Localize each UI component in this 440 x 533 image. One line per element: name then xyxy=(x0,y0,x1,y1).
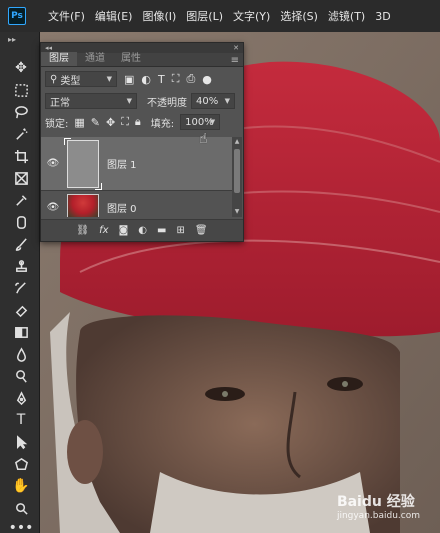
type-filter-icon[interactable]: T xyxy=(158,73,165,86)
fx-icon[interactable]: fx xyxy=(99,225,108,236)
blend-mode-dropdown[interactable]: 正常 ▼ xyxy=(45,93,137,109)
chevron-down-icon: ▼ xyxy=(224,97,230,105)
filter-kind-label: 类型 xyxy=(60,75,81,87)
opacity-field[interactable]: 40% ▼ xyxy=(191,93,235,109)
filter-toggle-icon[interactable]: ● xyxy=(202,73,212,86)
new-layer-icon[interactable]: ⊞ xyxy=(176,225,184,236)
more-icon[interactable]: ••• xyxy=(9,518,34,533)
adjustment-icon[interactable]: ◐ xyxy=(138,225,147,236)
mask-icon[interactable]: ◙ xyxy=(119,225,129,236)
photoshop-logo-icon[interactable]: Ps xyxy=(8,7,26,25)
lasso-icon[interactable] xyxy=(9,102,33,122)
menu-layer[interactable]: 图层(L) xyxy=(186,8,223,24)
group-icon[interactable]: ▬ xyxy=(157,225,166,236)
layers-scrollbar[interactable]: ▲ ▼ xyxy=(232,137,242,217)
lock-position-icon[interactable]: ✥ xyxy=(106,116,115,129)
brush-icon[interactable] xyxy=(9,234,33,254)
opacity-label: 不透明度 xyxy=(147,97,187,109)
hand-cursor-icon: ☝︎ xyxy=(199,131,208,147)
shape-icon[interactable] xyxy=(9,454,33,474)
scroll-thumb[interactable] xyxy=(234,149,240,193)
tools-panel: ▸▸ ✥ T ✋ ••• xyxy=(0,32,40,533)
frame-icon[interactable] xyxy=(9,168,33,188)
gradient-icon[interactable] xyxy=(9,322,33,342)
layer-row-0[interactable]: 👁︎ 图层 0 xyxy=(41,191,233,217)
baidu-watermark: Baidu 经验 jingyan.baidu.com xyxy=(337,491,420,521)
lock-all-icon[interactable]: 🔒︎ xyxy=(135,115,141,129)
fill-label: 填充: xyxy=(150,118,175,130)
search-icon: ⚲ xyxy=(50,73,58,85)
tab-properties[interactable]: 属性 xyxy=(113,52,149,66)
layer-name[interactable]: 图层 1 xyxy=(107,156,137,171)
tab-channels[interactable]: 通道 xyxy=(77,52,113,66)
layer-name[interactable]: 图层 0 xyxy=(107,200,137,215)
tab-layers[interactable]: 图层 xyxy=(41,52,77,66)
fill-field[interactable]: 100% ▼ xyxy=(180,114,221,130)
menu-edit[interactable]: 编辑(E) xyxy=(95,8,133,24)
blend-opacity-row: 正常 ▼ 不透明度 40% ▼ xyxy=(41,91,243,111)
panel-menu-icon[interactable]: ≡ xyxy=(231,55,239,66)
menu-filter[interactable]: 滤镜(T) xyxy=(328,8,365,24)
dodge-icon[interactable] xyxy=(9,366,33,386)
watermark-logo: Baidu 经验 xyxy=(336,494,415,510)
shape-filter-icon[interactable]: ⛶ xyxy=(172,72,180,86)
collapse-icon[interactable]: ▸▸ xyxy=(8,35,16,44)
lock-artboard-icon[interactable]: ⛶ xyxy=(121,115,129,129)
lock-transparency-icon[interactable]: ▦ xyxy=(74,116,84,129)
scroll-up-icon[interactable]: ▲ xyxy=(232,137,242,147)
blend-mode-value: 正常 xyxy=(50,97,70,109)
layer-thumbnail xyxy=(64,137,102,190)
collapse-panel-icon[interactable]: ◂◂ xyxy=(45,44,52,52)
layer-filter-row: ⚲ 类型 ▼ ▣ ◐ T ⛶ ⎙ ● xyxy=(41,67,243,91)
move-icon[interactable]: ✥ xyxy=(9,58,33,78)
panel-tabs: 图层 通道 属性 ≡ xyxy=(41,52,243,67)
trash-icon[interactable]: 🗑︎ xyxy=(195,225,208,236)
close-panel-icon[interactable]: ✕ xyxy=(233,44,239,52)
stamp-icon[interactable] xyxy=(9,256,33,276)
hand-icon[interactable]: ✋ xyxy=(9,476,33,496)
visibility-eye-icon[interactable]: 👁︎ xyxy=(41,158,65,169)
lock-paint-icon[interactable]: ✎ xyxy=(91,116,100,129)
layers-list: 👁︎ 图层 1 👁︎ 图层 0 xyxy=(41,137,233,217)
menu-type[interactable]: 文字(Y) xyxy=(233,8,270,24)
eraser-icon[interactable] xyxy=(9,300,33,320)
menu-file[interactable]: 文件(F) xyxy=(48,8,85,24)
chevron-down-icon: ▼ xyxy=(106,75,112,83)
zoom-icon[interactable] xyxy=(9,498,33,518)
pen-icon[interactable] xyxy=(9,388,33,408)
layer-filter-dropdown[interactable]: ⚲ 类型 ▼ xyxy=(45,71,117,87)
smart-object-filter-icon[interactable]: ⎙ xyxy=(186,72,195,86)
healing-icon[interactable] xyxy=(9,212,33,232)
opacity-value: 40% xyxy=(196,95,219,107)
watermark-url: jingyan.baidu.com xyxy=(336,511,420,521)
scroll-down-icon[interactable]: ▼ xyxy=(232,207,242,217)
history-brush-icon[interactable] xyxy=(9,278,33,298)
chevron-down-icon: ▼ xyxy=(209,118,216,126)
image-filter-icon[interactable]: ▣ xyxy=(124,73,134,86)
menu-3d[interactable]: 3D xyxy=(375,10,390,23)
layer-thumbnail xyxy=(67,193,99,217)
path-select-icon[interactable] xyxy=(9,432,33,452)
lock-fill-row: 锁定: ▦ ✎ ✥ ⛶ 🔒︎ 填充: 100% ▼ xyxy=(41,111,243,133)
link-icon[interactable]: ⛓ xyxy=(76,225,89,236)
type-icon[interactable]: T xyxy=(9,410,33,430)
adjustment-filter-icon[interactable]: ◐ xyxy=(141,73,151,86)
visibility-eye-icon[interactable]: 👁︎ xyxy=(41,202,65,213)
quick-select-icon[interactable] xyxy=(9,124,33,144)
crop-icon[interactable] xyxy=(9,146,33,166)
blur-icon[interactable] xyxy=(9,344,33,364)
layers-bottom-bar: ⛓ fx ◙ ◐ ▬ ⊞ 🗑︎ xyxy=(41,219,243,241)
menu-select[interactable]: 选择(S) xyxy=(280,8,318,24)
menu-bar: Ps 文件(F) 编辑(E) 图像(I) 图层(L) 文字(Y) 选择(S) 滤… xyxy=(0,0,440,32)
chevron-down-icon: ▼ xyxy=(126,97,132,105)
marquee-icon[interactable] xyxy=(9,80,33,100)
lock-label: 锁定: xyxy=(45,118,69,130)
eyedropper-icon[interactable] xyxy=(9,190,33,210)
menu-image[interactable]: 图像(I) xyxy=(142,8,176,24)
layers-panel: ◂◂ ✕ 图层 通道 属性 ≡ ⚲ 类型 ▼ ▣ ◐ T ⛶ ⎙ ● 正常 ▼ … xyxy=(40,42,244,242)
